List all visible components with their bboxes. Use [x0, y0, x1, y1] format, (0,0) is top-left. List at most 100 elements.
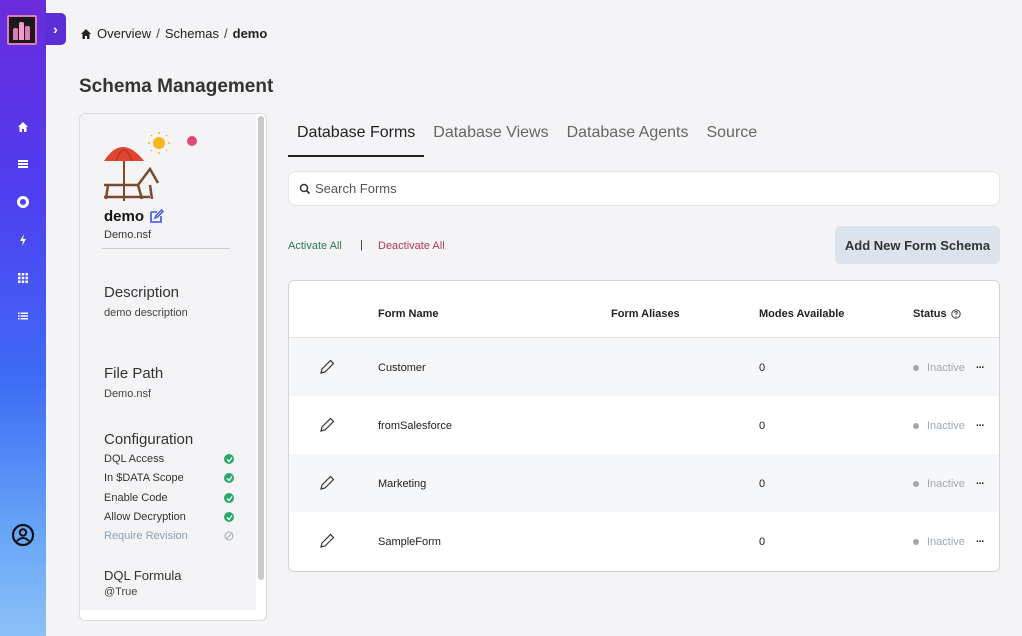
tab-database-forms[interactable]: Database Forms [288, 122, 425, 157]
header-form-aliases: Form Aliases [611, 308, 680, 320]
config-enable-code: Enable Code [104, 492, 234, 504]
status-indicator: Inactive ··· [913, 362, 985, 374]
pencil-icon[interactable] [319, 475, 335, 491]
list-icon[interactable] [13, 154, 33, 174]
table-row[interactable]: Customer 0 Inactive ··· [289, 338, 999, 396]
check-icon [224, 493, 234, 503]
tab-source[interactable]: Source [697, 122, 766, 157]
action-separator: | [360, 239, 363, 251]
search-bar [288, 171, 1000, 206]
divider [102, 248, 230, 249]
status-text: Inactive [927, 362, 965, 374]
grid-icon[interactable] [13, 268, 33, 288]
config-allow-decryption: Allow Decryption [104, 511, 234, 523]
status-dot [913, 539, 919, 545]
configuration-title: Configuration [104, 431, 194, 448]
page-title: Schema Management [79, 76, 274, 97]
table-row[interactable]: SampleForm 0 Inactive ··· [289, 512, 999, 570]
status-indicator: Inactive ··· [913, 478, 985, 490]
status-dot [913, 423, 919, 429]
breadcrumb-overview[interactable]: Overview [97, 26, 151, 41]
tab-database-agents[interactable]: Database Agents [558, 122, 698, 157]
config-require-revision: Require Revision [104, 530, 234, 542]
disabled-icon [224, 531, 234, 541]
info-scrollbar[interactable] [258, 116, 264, 580]
user-circle-icon[interactable] [10, 522, 36, 548]
app-logo[interactable] [7, 15, 37, 45]
more-options-button[interactable]: ··· [976, 420, 985, 432]
database-info-panel: demo Demo.nsf Description demo descripti… [79, 113, 267, 621]
search-input[interactable] [315, 181, 995, 196]
cell-form-name: fromSalesforce [378, 420, 452, 432]
config-label: In $DATA Scope [104, 472, 184, 484]
header-modes: Modes Available [759, 308, 845, 320]
status-dot [913, 365, 919, 371]
description-title: Description [104, 284, 180, 301]
more-options-button[interactable]: ··· [976, 478, 985, 490]
cell-modes: 0 [759, 420, 766, 432]
home-icon[interactable] [13, 117, 33, 137]
more-options-button[interactable]: ··· [976, 536, 985, 548]
config-label: Enable Code [104, 492, 168, 504]
header-form-name: Form Name [378, 308, 439, 320]
header-status: Status [913, 308, 961, 320]
add-form-schema-button[interactable]: Add New Form Schema [835, 226, 1000, 264]
table-row[interactable]: Marketing 0 Inactive ··· [289, 454, 999, 512]
more-options-button[interactable]: ··· [976, 362, 985, 374]
description-text: demo description [104, 307, 188, 319]
table-row[interactable]: fromSalesforce 0 Inactive ··· [289, 396, 999, 454]
deactivate-all-link[interactable]: Deactivate All [378, 240, 445, 252]
schema-tabs: Database Forms Database Views Database A… [288, 122, 766, 157]
help-icon[interactable] [950, 309, 961, 319]
pencil-icon[interactable] [319, 533, 335, 549]
home-icon[interactable] [80, 28, 92, 40]
cell-modes: 0 [759, 478, 766, 490]
database-name-text: demo [104, 208, 145, 225]
config-dql-access: DQL Access [104, 453, 234, 465]
forms-table: Form Name Form Aliases Modes Available S… [288, 280, 1000, 572]
cell-modes: 0 [759, 536, 766, 548]
activate-all-link[interactable]: Activate All [288, 240, 342, 252]
breadcrumb-separator: / [156, 26, 160, 41]
config-label: DQL Access [104, 453, 165, 465]
status-text: Inactive [927, 536, 965, 548]
menu-icon[interactable] [13, 306, 33, 326]
database-info-content: demo Demo.nsf Description demo descripti… [80, 114, 256, 610]
check-icon [224, 473, 234, 483]
tab-database-views[interactable]: Database Views [424, 122, 557, 157]
status-dot [913, 481, 919, 487]
status-text: Inactive [927, 478, 965, 490]
formula-text: @True [104, 586, 138, 598]
status-text: Inactive [927, 420, 965, 432]
edit-icon[interactable] [149, 209, 165, 224]
app-sidebar [0, 0, 46, 636]
config-label: Allow Decryption [104, 511, 186, 523]
cell-modes: 0 [759, 362, 766, 374]
expand-sidebar-button[interactable]: › [45, 13, 66, 45]
formula-title: DQL Formula [104, 568, 182, 583]
bolt-icon[interactable] [13, 230, 33, 250]
cell-form-name: Customer [378, 362, 426, 374]
config-label: Require Revision [104, 530, 188, 542]
breadcrumb-current: demo [232, 26, 268, 41]
filepath-title: File Path [104, 365, 164, 382]
config-data-scope: In $DATA Scope [104, 472, 234, 484]
filepath-text: Demo.nsf [104, 388, 152, 400]
pencil-icon[interactable] [319, 417, 335, 433]
database-name: demo [104, 208, 165, 225]
breadcrumb-schemas[interactable]: Schemas [165, 26, 219, 41]
header-status-label: Status [913, 308, 947, 320]
beach-illustration [104, 132, 197, 201]
breadcrumb: Overview / Schemas / demo [80, 26, 267, 41]
circle-icon[interactable] [13, 192, 33, 212]
search-icon [299, 183, 311, 194]
breadcrumb-separator: / [224, 26, 228, 41]
status-indicator: Inactive ··· [913, 536, 985, 548]
table-header: Form Name Form Aliases Modes Available S… [289, 281, 999, 338]
cell-form-name: SampleForm [378, 536, 441, 548]
check-icon [224, 454, 234, 464]
status-indicator: Inactive ··· [913, 420, 985, 432]
pencil-icon[interactable] [319, 359, 335, 375]
check-icon [224, 512, 234, 522]
cell-form-name: Marketing [378, 478, 427, 490]
